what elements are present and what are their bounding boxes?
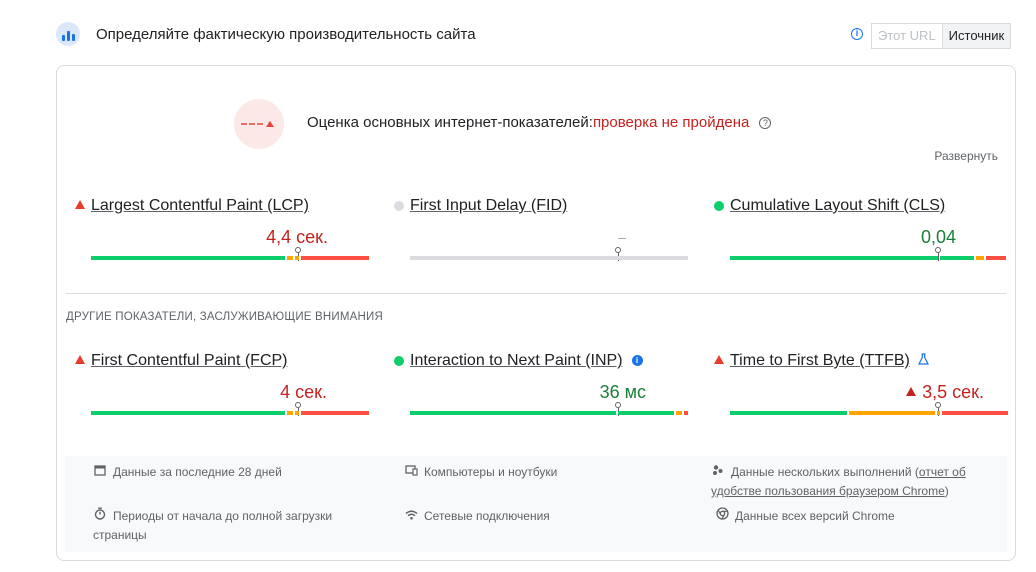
metric-name[interactable]: Cumulative Layout Shift (CLS) <box>730 197 945 215</box>
calendar-icon <box>93 463 107 482</box>
p75-marker <box>615 402 621 416</box>
toggle-this-url[interactable]: Этот URL <box>872 24 942 48</box>
toggle-origin[interactable]: Источник <box>941 24 1011 48</box>
devices-icon <box>404 463 418 482</box>
experimental-flask-icon <box>917 352 929 370</box>
good-dot-icon <box>714 201 724 211</box>
stopwatch-icon <box>93 507 107 526</box>
no-data-dot-icon <box>394 201 404 211</box>
help-icon[interactable]: ? <box>759 117 772 129</box>
good-dot-icon <box>394 356 404 366</box>
info-icon[interactable]: i <box>851 28 863 40</box>
p75-marker <box>295 402 301 416</box>
chrome-icon <box>715 507 729 526</box>
distribution-bar <box>730 411 1008 415</box>
distribution-bar <box>91 411 369 415</box>
footer-devices: Компьютеры и ноутбуки <box>404 463 557 482</box>
metric-value: 3,5 сек. <box>906 382 984 403</box>
expand-link[interactable]: Развернуть <box>934 149 998 163</box>
metric-value: 4 сек. <box>280 382 327 402</box>
section-divider <box>65 293 1007 294</box>
poor-triangle-icon <box>75 355 85 364</box>
metric-value: 0,04 <box>920 227 956 247</box>
footer-duration: Периоды от начала до полной загрузки стр… <box>93 507 333 542</box>
distribution-bar <box>91 256 369 260</box>
distribution-bar <box>730 256 1008 260</box>
footer-period: Данные за последние 28 дней <box>93 463 282 482</box>
footer-chrome: Данные всех версий Chrome <box>715 507 895 526</box>
warning-icon <box>906 387 917 396</box>
distribution-bar <box>410 411 688 415</box>
failed-verdict-icon <box>234 99 284 149</box>
footer-network: Сетевые подключения <box>404 507 550 526</box>
section-header: Определяйте фактическую производительнос… <box>56 22 1016 50</box>
p75-marker <box>935 402 941 416</box>
other-metrics-heading: Другие показатели, заслуживающие внимани… <box>66 311 384 323</box>
p75-marker <box>295 247 301 261</box>
metric-lcp: Largest Contentful Paint (LCP) 4,4 сек. <box>75 197 371 267</box>
metric-ttfb: Time to First Byte (TTFB) 3,5 сек. <box>714 352 1010 422</box>
users-icon <box>711 463 725 482</box>
metric-fcp: First Contentful Paint (FCP) 4 сек. <box>75 352 371 422</box>
metric-value: 36 мс <box>599 382 646 402</box>
metric-name[interactable]: First Contentful Paint (FCP) <box>91 352 288 370</box>
info-icon[interactable]: i <box>631 355 643 366</box>
url-origin-toggle[interactable]: Этот URL Источник <box>871 23 1012 49</box>
metric-inp: Interaction to Next Paint (INP) i 36 мс <box>394 352 690 422</box>
poor-triangle-icon <box>714 355 724 364</box>
crux-logo-icon <box>56 22 80 46</box>
metric-name[interactable]: First Input Delay (FID) <box>410 197 567 215</box>
poor-triangle-icon <box>75 200 85 209</box>
metric-name[interactable]: Largest Contentful Paint (LCP) <box>91 197 309 215</box>
metric-value: 4,4 сек. <box>266 227 328 247</box>
p75-marker <box>935 247 941 261</box>
section-title: Определяйте фактическую производительнос… <box>96 26 476 43</box>
metric-name[interactable]: Interaction to Next Paint (INP) i <box>410 352 643 370</box>
metric-fid: First Input Delay (FID) – <box>394 197 690 267</box>
metric-cls: Cumulative Layout Shift (CLS) 0,04 <box>714 197 1010 267</box>
assessment-status: проверка не пройдена <box>592 114 750 131</box>
wifi-icon <box>404 507 418 526</box>
data-context-footer: Данные за последние 28 дней Компьютеры и… <box>65 456 1007 552</box>
p75-marker <box>615 247 621 261</box>
assessment-label: Оценка основных интернет-показателей: <box>307 114 593 131</box>
metric-value: – <box>618 229 626 245</box>
cwv-assessment: Оценка основных интернет-показателей:про… <box>307 114 772 131</box>
cwv-card: Оценка основных интернет-показателей:про… <box>56 65 1016 561</box>
footer-samples: Данные нескольких выполнений (отчет об у… <box>711 463 966 498</box>
metric-name[interactable]: Time to First Byte (TTFB) <box>730 352 929 370</box>
distribution-bar <box>410 256 688 260</box>
